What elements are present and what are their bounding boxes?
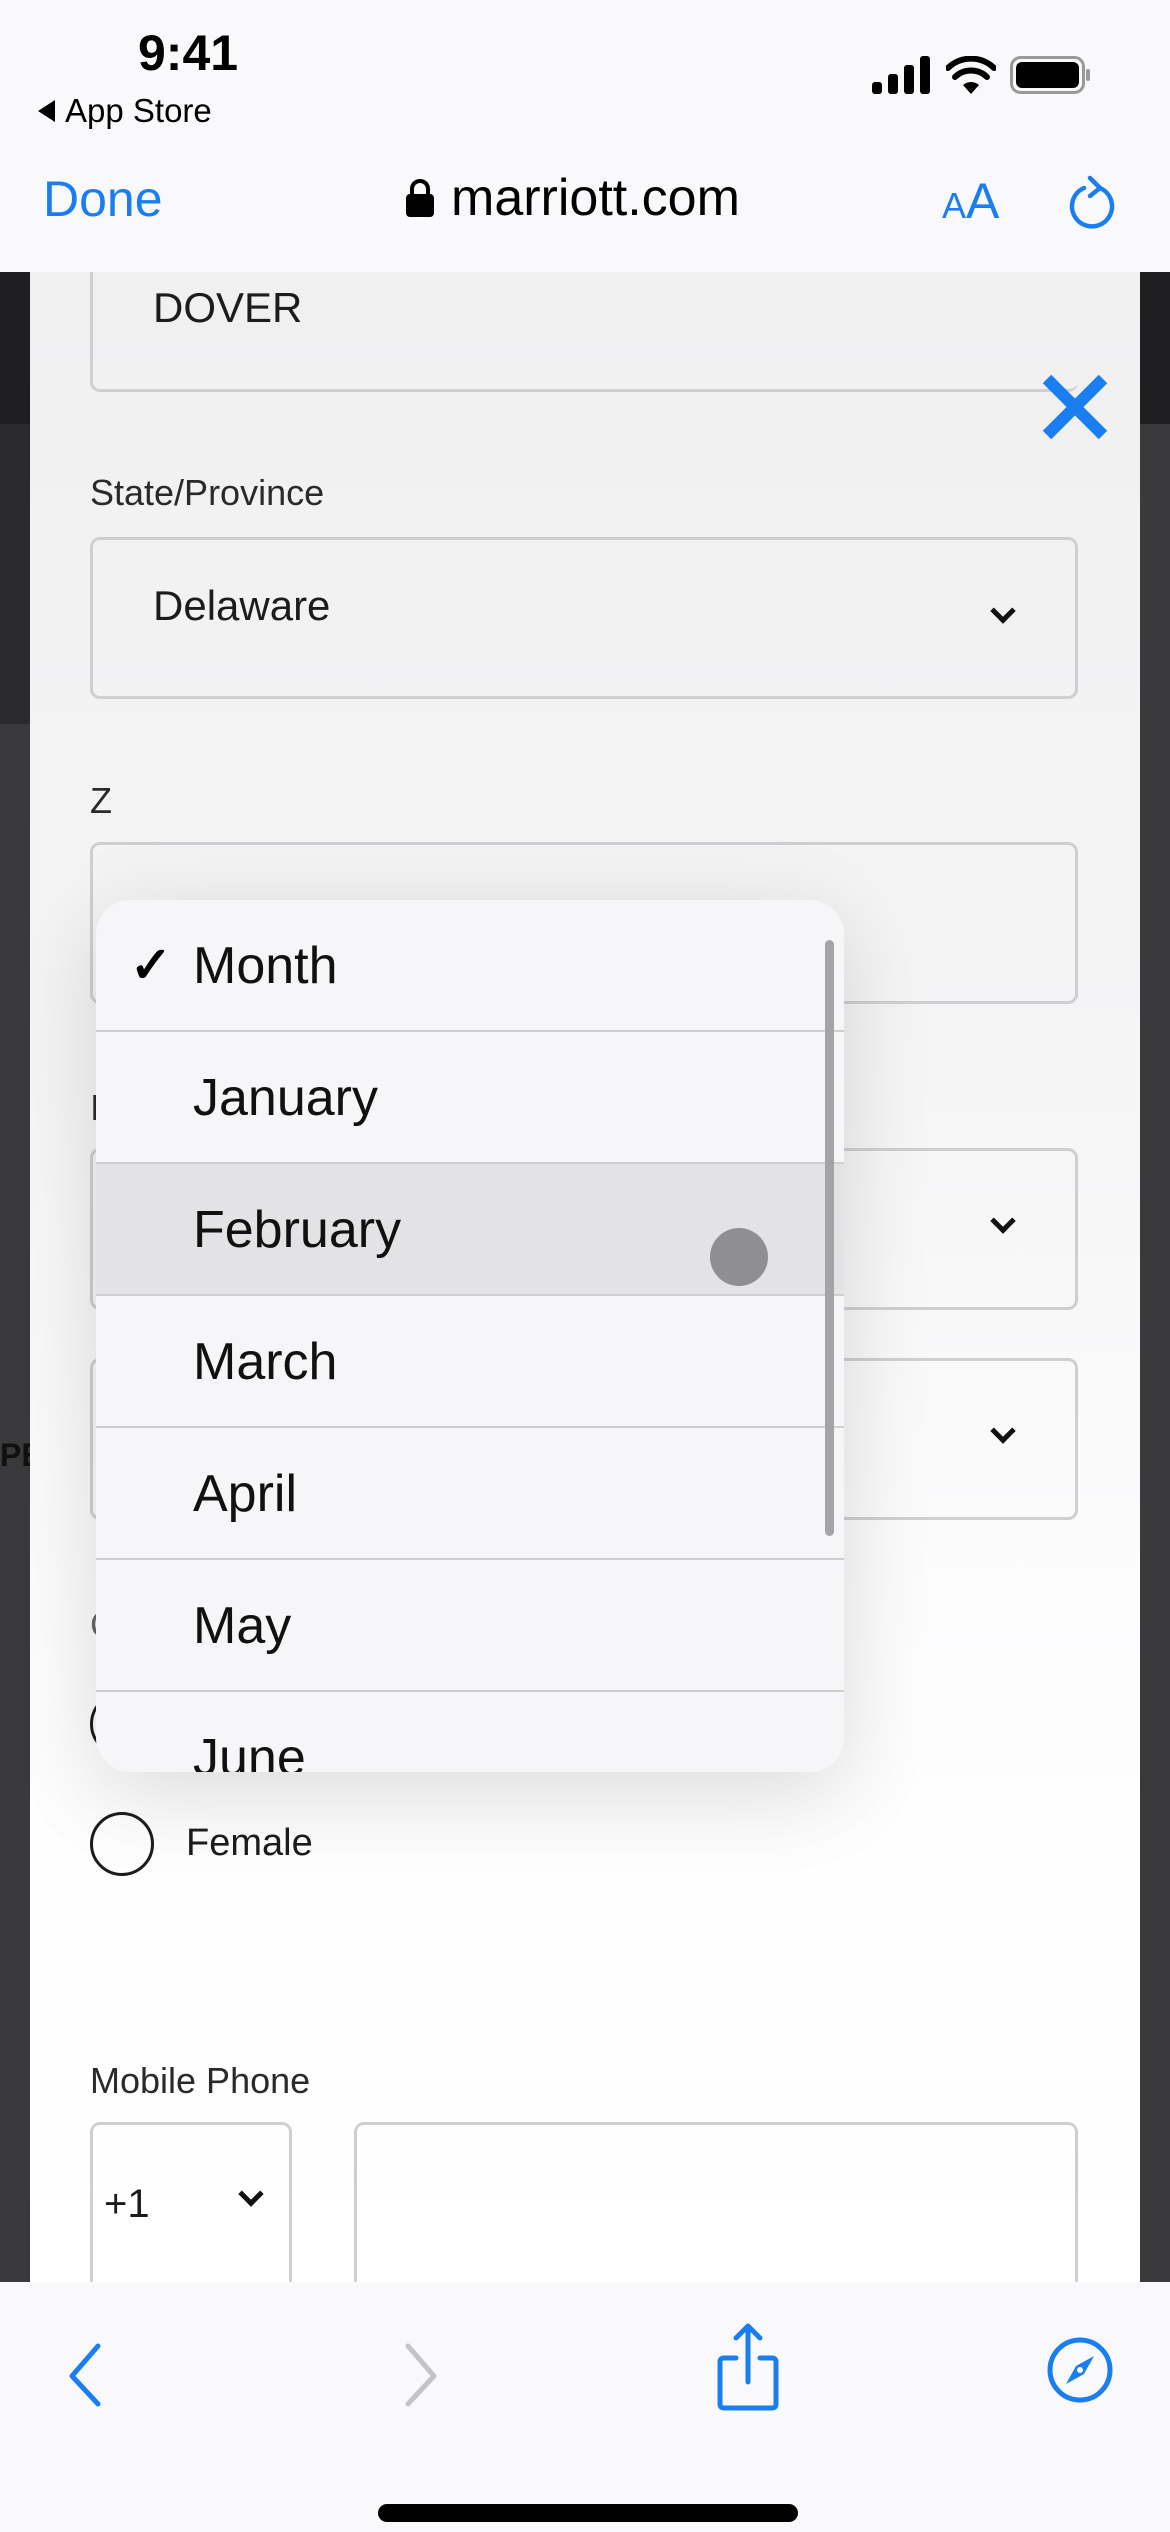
dropdown-option-april[interactable]: April [96,1428,844,1560]
checkmark-icon: ✓ [130,937,172,993]
share-icon[interactable] [716,2322,780,2412]
gender-female-radio[interactable] [90,1812,154,1876]
option-label: Month [193,937,338,995]
month-dropdown: ✓ Month January February March April May… [96,900,844,1772]
cellular-signal-icon [872,56,930,94]
dropdown-option-march[interactable]: March [96,1296,844,1428]
dropdown-option-month[interactable]: ✓ Month [96,900,844,1032]
dropdown-option-may[interactable]: May [96,1560,844,1692]
status-bar: 9:41 App Store [0,0,1170,140]
battery-icon [1010,56,1090,94]
state-value: Delaware [153,582,331,629]
text-size-button[interactable]: AA [942,172,999,230]
page-content: PE DOVER State/Province Delaware Z I Gen… [0,272,1170,2282]
url-display[interactable]: marriott.com [405,168,740,228]
compass-icon[interactable] [1046,2336,1114,2404]
dropdown-option-june[interactable]: June [96,1692,844,1772]
home-indicator [378,2504,798,2522]
gender-female-label: Female [186,1822,313,1864]
back-app-label: App Store [65,92,212,129]
done-button[interactable]: Done [43,170,163,228]
option-label: May [193,1597,292,1655]
dropdown-scrollbar[interactable] [825,940,834,1536]
city-value: DOVER [153,284,303,331]
backdrop-band [0,272,30,424]
option-label: June [193,1729,306,1772]
back-to-app-link[interactable]: App Store [38,92,212,130]
back-icon[interactable] [62,2340,106,2410]
reload-icon[interactable] [1062,174,1122,234]
backdrop-band [0,424,30,724]
browser-nav-bar: Done marriott.com AA [0,140,1170,272]
forward-icon[interactable] [400,2340,444,2410]
browser-toolbar [0,2282,1170,2532]
phone-number-input[interactable] [354,2122,1078,2282]
option-label: April [193,1465,298,1523]
back-triangle-icon [38,100,55,122]
option-label: March [193,1333,338,1391]
option-label: February [193,1201,402,1259]
dropdown-option-january[interactable]: January [96,1032,844,1164]
zip-label: Z [90,780,112,821]
url-text: marriott.com [451,169,740,227]
country-code-value: +1 [104,2182,150,2226]
option-label: January [193,1069,378,1127]
text-size-small: A [942,185,967,226]
mobile-phone-label: Mobile Phone [90,2060,311,2101]
backdrop-band [1140,424,1170,2282]
touch-indicator [710,1228,768,1286]
wifi-icon [946,56,996,94]
backdrop-band [1140,272,1170,424]
text-size-large: A [966,173,1000,229]
state-label: State/Province [90,472,325,513]
close-icon[interactable] [1035,367,1115,447]
status-icons [872,56,1092,94]
clock: 9:41 [138,25,239,81]
lock-icon [406,179,434,217]
